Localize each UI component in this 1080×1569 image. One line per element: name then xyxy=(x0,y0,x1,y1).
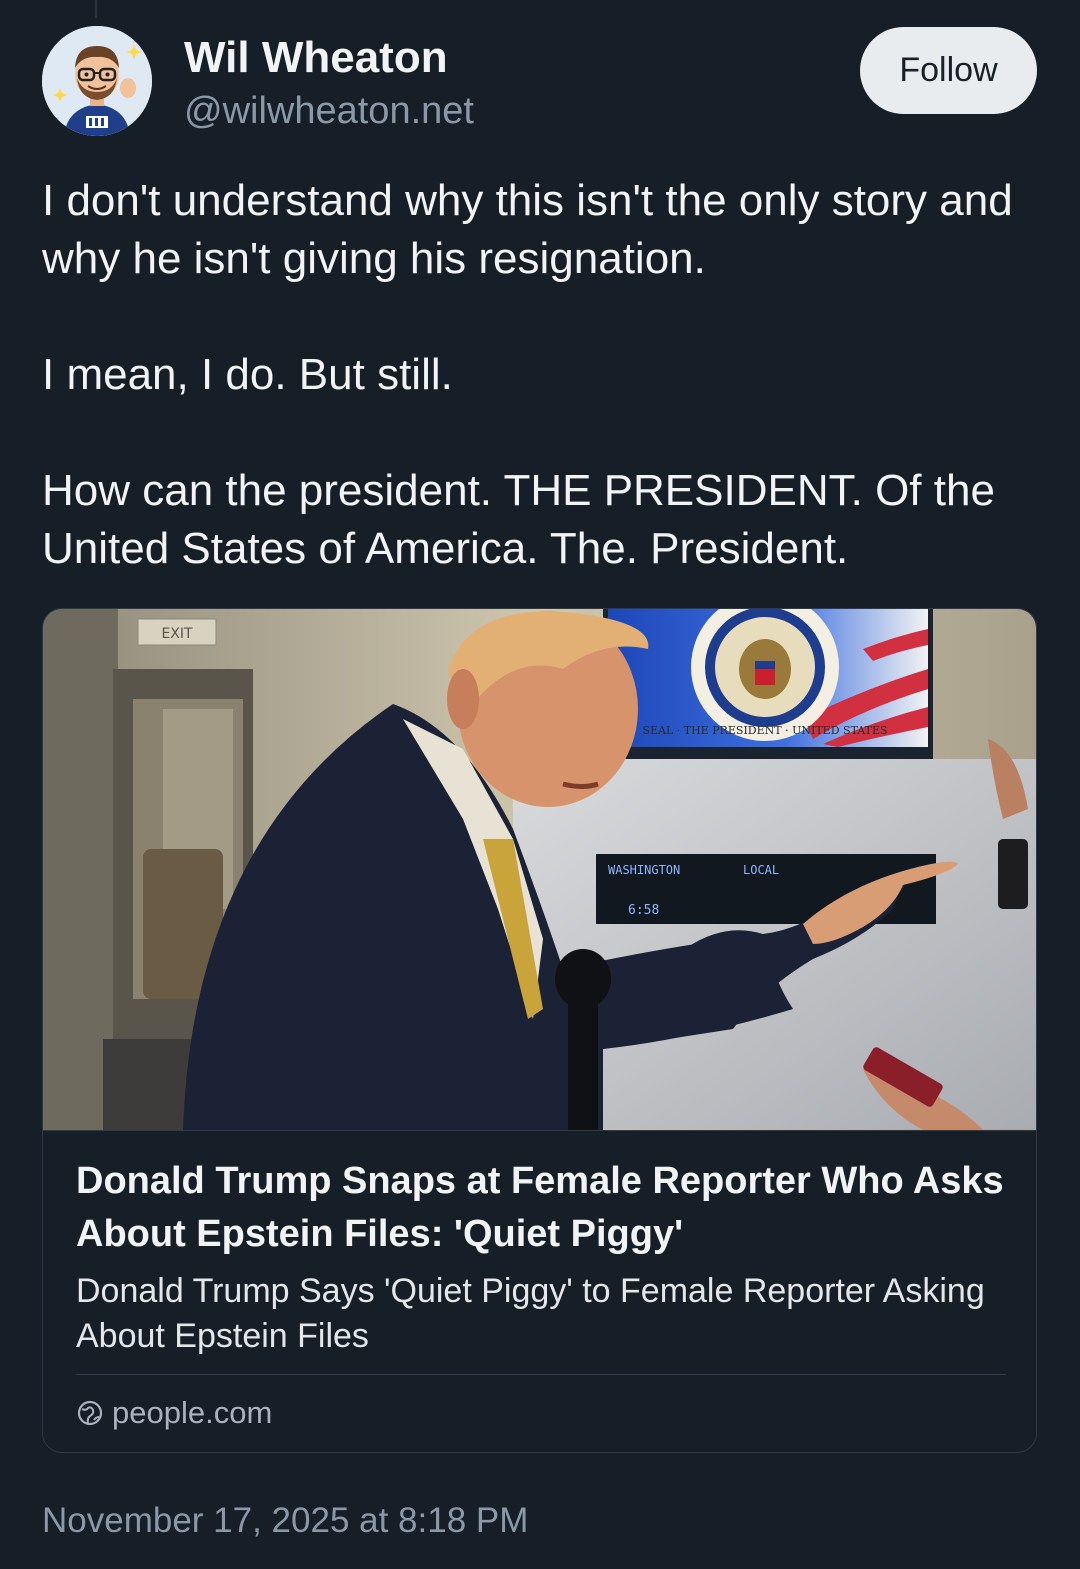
globe-icon xyxy=(76,1399,104,1427)
post-paragraph: How can the president. THE PRESIDENT. Of… xyxy=(42,466,995,573)
follow-button[interactable]: Follow xyxy=(860,27,1037,114)
link-card-source[interactable]: people.com xyxy=(76,1393,272,1433)
avatar-illustration xyxy=(42,26,152,136)
avatar[interactable] xyxy=(42,26,152,136)
clock-local-text: LOCAL xyxy=(743,863,779,877)
article-thumbnail: EXIT SEAL · THE PRESIDENT · UNITED STATE… xyxy=(43,609,1036,1130)
link-card-domain: people.com xyxy=(112,1395,273,1430)
link-card[interactable]: EXIT SEAL · THE PRESIDENT · UNITED STATE… xyxy=(42,608,1037,1453)
post-paragraph: I mean, I do. But still. xyxy=(42,350,453,399)
link-card-description: Donald Trump Says 'Quiet Piggy' to Femal… xyxy=(76,1272,985,1355)
post-paragraph: I don't understand why this isn't the on… xyxy=(42,176,1013,283)
clock-city-text: WASHINGTON xyxy=(608,863,680,877)
post-timestamp[interactable]: November 17, 2025 at 8:18 PM xyxy=(42,1498,528,1544)
post: Wil Wheaton @wilwheaton.net Follow I don… xyxy=(0,0,1080,1569)
link-card-image[interactable]: EXIT SEAL · THE PRESIDENT · UNITED STATE… xyxy=(43,609,1036,1130)
handle[interactable]: @wilwheaton.net xyxy=(184,88,474,134)
display-name[interactable]: Wil Wheaton xyxy=(184,32,448,84)
exit-sign-text: EXIT xyxy=(161,626,193,642)
clock-time-text: 6:58 xyxy=(628,903,659,918)
post-text: I don't understand why this isn't the on… xyxy=(42,172,1042,578)
seal-text: SEAL · THE PRESIDENT · UNITED STATES xyxy=(642,724,887,737)
link-card-divider xyxy=(43,1130,1036,1131)
link-card-divider xyxy=(76,1374,1006,1375)
link-card-title[interactable]: Donald Trump Snaps at Female Reporter Wh… xyxy=(76,1155,1006,1261)
thread-line xyxy=(95,0,97,18)
